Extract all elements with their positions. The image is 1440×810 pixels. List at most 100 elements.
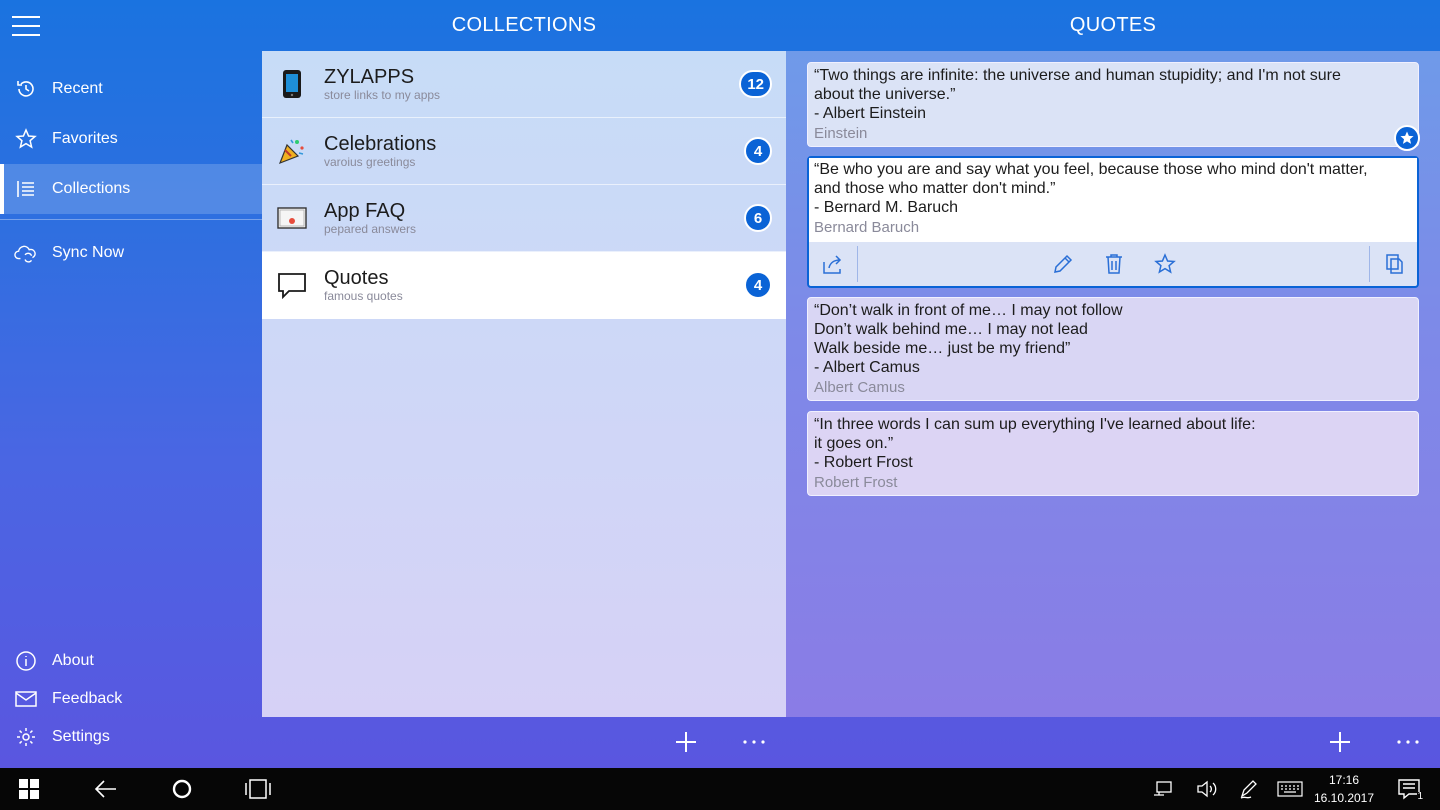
app-window: COLLECTIONS QUOTES Recent Favorites Coll… [0, 0, 1440, 768]
quote-card[interactable]: “Don’t walk in front of me… I may not fo… [807, 297, 1419, 401]
gear-icon [14, 725, 38, 749]
nav-item-label: About [52, 652, 94, 669]
copy-button[interactable] [1371, 242, 1419, 286]
collection-item-zylapps[interactable]: ZYLAPPS store links to my apps 12 [262, 51, 786, 118]
back-button[interactable] [84, 768, 128, 810]
quote-card[interactable]: “Two things are infinite: the universe a… [807, 62, 1420, 151]
add-quote-button[interactable] [1320, 722, 1360, 762]
quote-text: “Don’t walk in front of me… I may not fo… [814, 302, 1123, 376]
collections-title: COLLECTIONS [451, 14, 597, 36]
add-collection-button[interactable] [666, 722, 706, 762]
task-view-button[interactable] [236, 768, 280, 810]
navigation-pane: Recent Favorites Collections Sync Now [0, 64, 262, 278]
collection-name: ZYLAPPS [324, 66, 415, 88]
quotes-more-button[interactable] [1388, 722, 1428, 762]
nav-item-collections[interactable]: Collections [0, 164, 262, 214]
cortana-circle-icon [172, 779, 192, 799]
notification-count: 1 [1417, 791, 1423, 802]
count-badge: 4 [744, 137, 772, 165]
collection-item-celebrations[interactable]: Celebrations varoius greetings 4 [262, 118, 786, 185]
pencil-icon [1054, 254, 1073, 273]
party-popper-icon [276, 135, 308, 167]
nav-item-favorites[interactable]: Favorites [0, 114, 262, 164]
nav-divider [0, 219, 262, 220]
collections-list: ZYLAPPS store links to my apps 12 Celebr… [262, 51, 786, 717]
quote-card-selected[interactable]: “Be who you are and say what you feel, b… [807, 156, 1419, 288]
quote-card[interactable]: “In three words I can sum up everything … [807, 411, 1419, 496]
windows-logo-icon [19, 779, 39, 799]
favorite-star-icon [1394, 125, 1420, 151]
star-icon [14, 127, 38, 151]
collection-name: Celebrations [324, 133, 437, 155]
collections-more-button[interactable] [734, 722, 774, 762]
nav-item-about[interactable]: About [0, 642, 262, 680]
nav-item-label: Feedback [52, 690, 123, 707]
nav-item-label: Recent [52, 80, 103, 97]
envelope-icon [276, 202, 308, 234]
quote-author: Bernard Baruch [814, 219, 920, 236]
star-outline-icon [1154, 253, 1176, 274]
nav-item-label: Settings [52, 728, 110, 745]
pen-icon[interactable] [1234, 768, 1264, 810]
nav-item-label: Collections [52, 180, 131, 197]
share-icon [823, 255, 842, 274]
quotes-list: “Two things are infinite: the universe a… [786, 51, 1440, 717]
speech-bubble-icon [276, 269, 308, 301]
nav-item-recent[interactable]: Recent [0, 64, 262, 114]
nav-item-label: Favorites [52, 130, 118, 147]
count-badge: 6 [744, 204, 772, 232]
clock-date: 16.10.2017 [1313, 791, 1375, 805]
toolbar-divider [857, 246, 858, 282]
nav-item-settings[interactable]: Settings [0, 718, 262, 756]
keyboard-icon[interactable] [1274, 768, 1306, 810]
copy-icon [1386, 254, 1403, 274]
info-icon [14, 649, 38, 673]
phone-icon [276, 68, 308, 100]
history-icon [14, 77, 38, 101]
trash-icon [1106, 254, 1122, 274]
task-view-icon [245, 779, 271, 799]
count-badge: 4 [744, 271, 772, 299]
back-arrow-icon [94, 780, 116, 798]
nav-item-label: Sync Now [52, 244, 125, 261]
collection-subtitle: store links to my apps [324, 88, 441, 102]
share-button[interactable] [809, 242, 857, 286]
collection-subtitle: varoius greetings [324, 155, 416, 169]
collection-name: Quotes [324, 267, 389, 289]
quotes-title: QUOTES [1069, 14, 1157, 36]
quote-text: “Be who you are and say what you feel, b… [814, 161, 1368, 216]
nav-item-sync-now[interactable]: Sync Now [0, 228, 262, 278]
collection-item-app-faq[interactable]: App FAQ pepared answers 6 [262, 185, 786, 252]
clock-time: 17:16 [1328, 773, 1360, 787]
nav-item-feedback[interactable]: Feedback [0, 680, 262, 718]
collection-item-quotes[interactable]: Quotes famous quotes 4 [262, 252, 786, 319]
system-clock[interactable]: 17:16 16.10.2017 [1312, 771, 1376, 807]
more-icon [1397, 740, 1419, 744]
plus-icon [1330, 732, 1350, 752]
quote-author: Einstein [814, 125, 868, 142]
mail-icon [14, 687, 38, 711]
start-button[interactable] [0, 768, 58, 810]
collection-subtitle: pepared answers [324, 222, 417, 236]
quote-author: Robert Frost [814, 474, 898, 491]
quote-text: “Two things are infinite: the universe a… [814, 67, 1341, 122]
quote-toolbar [809, 242, 1417, 286]
cloud-sync-icon [14, 241, 38, 265]
hamburger-menu-icon[interactable] [12, 16, 40, 38]
count-badge: 12 [739, 70, 772, 98]
toolbar-divider [1369, 246, 1370, 282]
network-icon[interactable] [1148, 768, 1178, 810]
windows-taskbar: 17:16 16.10.2017 1 [0, 768, 1440, 810]
collection-subtitle: famous quotes [324, 289, 403, 303]
plus-icon [676, 732, 696, 752]
delete-button[interactable] [1092, 242, 1136, 286]
cortana-button[interactable] [160, 768, 204, 810]
collection-name: App FAQ [324, 200, 406, 222]
action-center-button[interactable]: 1 [1392, 768, 1426, 810]
quote-author: Albert Camus [814, 379, 905, 396]
favorite-button[interactable] [1143, 242, 1187, 286]
edit-button[interactable] [1041, 242, 1085, 286]
navigation-footer: About Feedback Settings [0, 642, 262, 756]
volume-icon[interactable] [1192, 768, 1222, 810]
list-icon [14, 177, 38, 201]
